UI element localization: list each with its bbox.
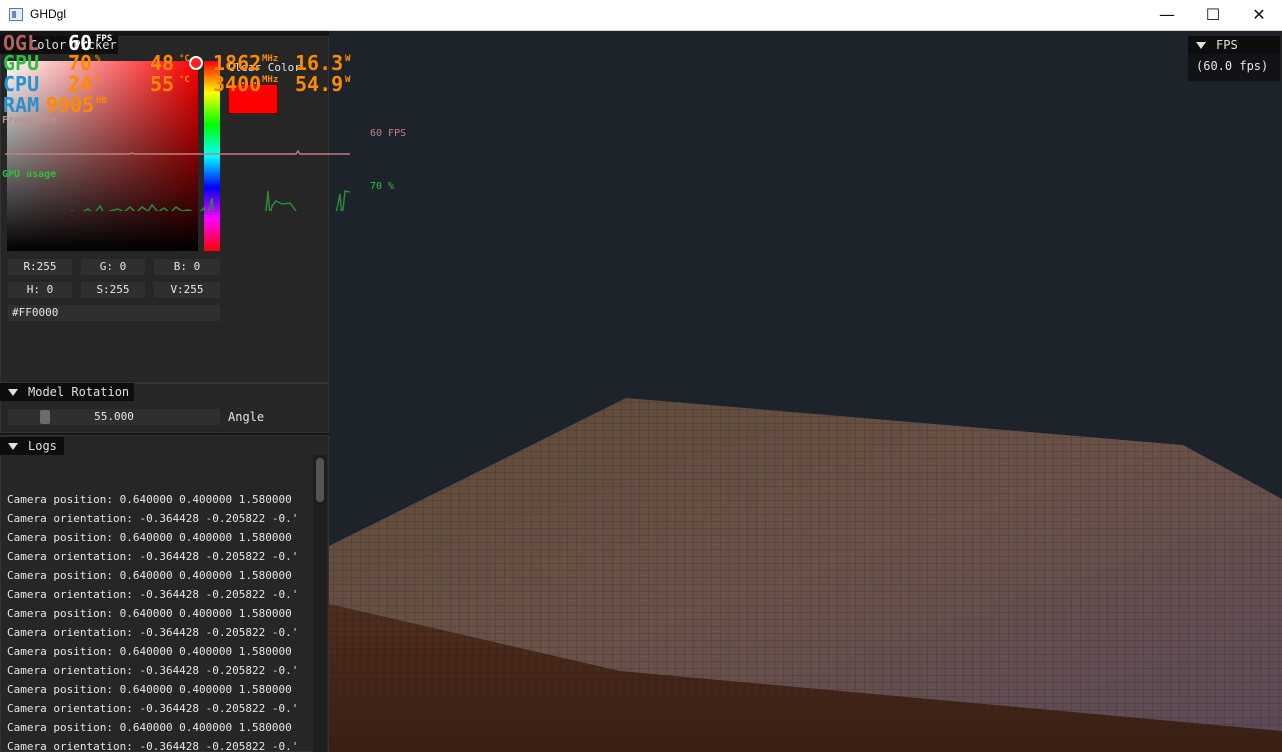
- osd-gpu-temp: 48: [150, 51, 175, 75]
- log-line: Camera orientation: -0.364428 -0.205822 …: [7, 588, 299, 601]
- window-title: GHDgl: [30, 7, 67, 21]
- osd-cpu-power-unit: W: [345, 75, 351, 85]
- log-line: Camera orientation: -0.364428 -0.205822 …: [7, 664, 299, 677]
- fps-window[interactable]: FPS (60.0 fps): [1187, 35, 1281, 82]
- logs-scrollbar-thumb[interactable]: [316, 458, 324, 502]
- osd-cpu-load-unit: %: [95, 75, 101, 85]
- fps-window-value: (60.0 fps): [1196, 59, 1269, 73]
- log-line: Camera orientation: -0.364428 -0.205822 …: [7, 550, 299, 563]
- osd-gpu-load-unit: %: [95, 54, 101, 64]
- osd-gpu-temp-unit: °C: [179, 54, 190, 64]
- osd-cpu-load: 24: [68, 72, 93, 96]
- osd-cpu-temp: 55: [150, 72, 175, 96]
- log-line: Camera position: 0.640000 0.400000 1.580…: [7, 531, 292, 544]
- osd-cpu-power: 54.9: [295, 72, 344, 96]
- log-line: Camera orientation: -0.364428 -0.205822 …: [7, 702, 299, 715]
- minimize-button[interactable]: —: [1144, 0, 1190, 30]
- fps-window-header[interactable]: FPS: [1188, 36, 1280, 54]
- osd-overlay: OGL 60 FPS GPU 70 % 48 °C 1862 MHz 16.3 …: [0, 31, 420, 211]
- log-line: Camera orientation: -0.364428 -0.205822 …: [7, 626, 299, 639]
- osd-framerate-graph-value: 60 FPS: [370, 128, 407, 139]
- osd-cpu-clock: 3400: [213, 72, 262, 96]
- fps-window-title: FPS: [1216, 38, 1238, 52]
- osd-gpu-usage-label: GPU usage: [2, 169, 57, 180]
- log-line: Camera position: 0.640000 0.400000 1.580…: [7, 569, 292, 582]
- osd-fps-unit: FPS: [96, 34, 113, 44]
- osd-gpu-clock: 1862: [213, 51, 262, 75]
- osd-fps-value: 60: [68, 31, 93, 55]
- framerate-graph-line: [5, 149, 350, 155]
- log-line: Camera orientation: -0.364428 -0.205822 …: [7, 740, 299, 752]
- osd-cpu-clock-unit: MHz: [262, 75, 279, 85]
- log-line: Camera position: 0.640000 0.400000 1.580…: [7, 721, 292, 734]
- osd-graphs: [5, 149, 351, 211]
- osd-ram-label: RAM: [3, 93, 40, 117]
- osd-framerate-label: Framerate: [2, 115, 57, 126]
- close-button[interactable]: ✕: [1236, 0, 1282, 30]
- osd-api-label: OGL: [3, 31, 40, 55]
- osd-ram-value: 9905: [46, 93, 95, 117]
- log-line: Camera position: 0.640000 0.400000 1.580…: [7, 607, 292, 620]
- osd-gpu-power-unit: W: [345, 54, 351, 64]
- osd-gpu-clock-unit: MHz: [262, 54, 279, 64]
- log-line: Camera position: 0.640000 0.400000 1.580…: [7, 493, 292, 506]
- window-titlebar: GHDgl — ☐ ✕: [0, 0, 1282, 31]
- app-icon: [9, 8, 23, 21]
- osd-gpu-usage-graph-value: 70 %: [370, 181, 395, 192]
- gpu-usage-graph-line: [70, 190, 351, 211]
- log-line: Camera position: 0.640000 0.400000 1.580…: [7, 683, 292, 696]
- osd-gpu-power: 16.3: [295, 51, 344, 75]
- osd-ram-unit: MB: [96, 96, 107, 106]
- log-line: Camera position: 0.640000 0.400000 1.580…: [7, 645, 292, 658]
- osd-gpu-load: 70: [68, 51, 93, 75]
- osd-cpu-label: CPU: [3, 72, 40, 96]
- osd-gpu-label: GPU: [3, 51, 40, 75]
- collapse-arrow-icon[interactable]: [1196, 42, 1206, 49]
- maximize-button[interactable]: ☐: [1190, 0, 1236, 30]
- log-line: Camera orientation: -0.364428 -0.205822 …: [7, 512, 299, 525]
- osd-cpu-temp-unit: °C: [179, 75, 190, 85]
